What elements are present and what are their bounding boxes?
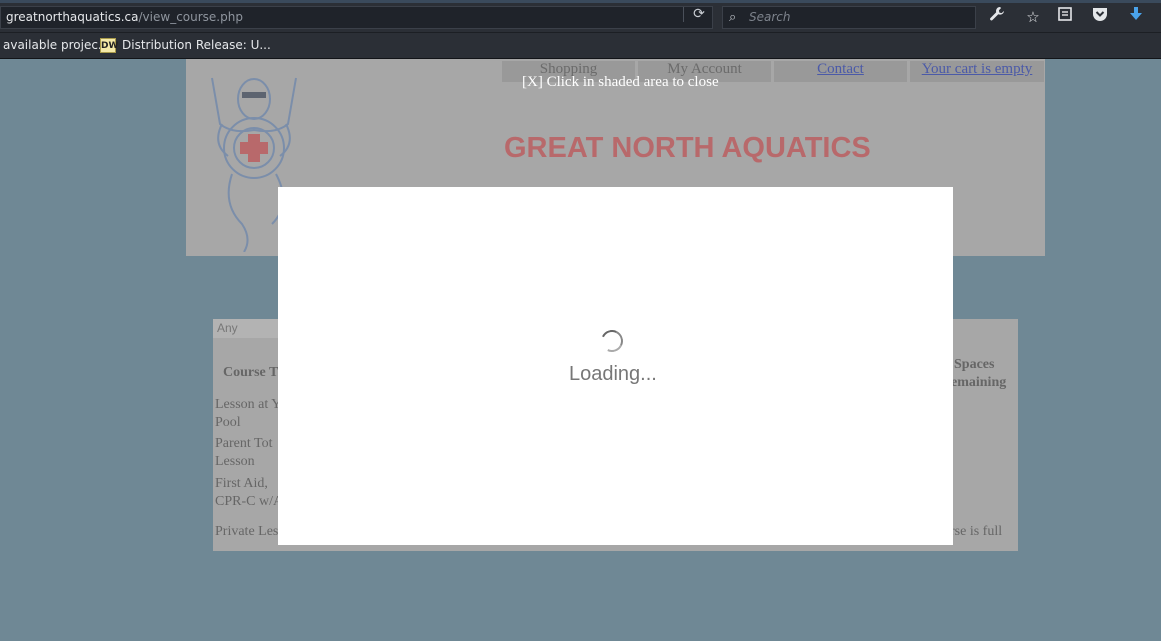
close-overlay-hint[interactable]: [X] Click in shaded area to close xyxy=(522,74,719,91)
course-filter-select[interactable]: Any xyxy=(213,319,281,338)
course-type-header: Course T xyxy=(223,365,279,380)
search-icon: ⌕ xyxy=(729,10,737,25)
browser-toolbar: greatnorthaquatics.ca/view_course.php ⟳ … xyxy=(0,3,1161,33)
url-host: greatnorthaquatics.ca xyxy=(6,10,139,24)
remaining-header: emaining xyxy=(951,375,1007,390)
site-title: GREAT NORTH AQUATICS xyxy=(504,132,871,164)
nav-contact[interactable]: Contact xyxy=(774,61,907,82)
course-row-text: CPR-C w/A xyxy=(215,494,284,509)
spaces-header: Spaces xyxy=(954,357,995,372)
search-placeholder: Search xyxy=(749,10,791,24)
course-row-text: Lesson xyxy=(215,454,255,469)
course-row-text: Parent Tot xyxy=(215,436,273,451)
bookmarks-toolbar: available projec... DW Distribution Rele… xyxy=(0,33,1161,59)
course-row-text: Lesson at Y xyxy=(215,397,282,412)
wrench-icon[interactable] xyxy=(985,6,1009,29)
distrowatch-favicon-icon: DW xyxy=(100,38,118,53)
download-icon[interactable] xyxy=(1124,6,1148,29)
address-bar-separator xyxy=(683,7,684,22)
search-input[interactable]: ⌕ Search xyxy=(722,6,976,29)
loading-text: Loading... xyxy=(569,363,657,385)
course-row-text: Private Les xyxy=(215,524,279,539)
url-path: /view_course.php xyxy=(138,10,243,24)
bookmark-item[interactable]: Distribution Release: U... xyxy=(122,33,271,58)
reload-icon[interactable]: ⟳ xyxy=(688,4,710,24)
bookmark-star-icon[interactable]: ☆ xyxy=(1021,6,1045,29)
reading-list-icon[interactable] xyxy=(1053,6,1077,29)
pocket-icon[interactable] xyxy=(1088,6,1112,29)
course-row-text: First Aid, xyxy=(215,476,268,491)
bookmark-item[interactable]: available projec... xyxy=(3,33,109,58)
address-bar[interactable]: greatnorthaquatics.ca/view_course.php xyxy=(0,6,713,29)
nav-cart[interactable]: Your cart is empty xyxy=(910,61,1044,82)
course-row-text: Pool xyxy=(215,415,241,430)
